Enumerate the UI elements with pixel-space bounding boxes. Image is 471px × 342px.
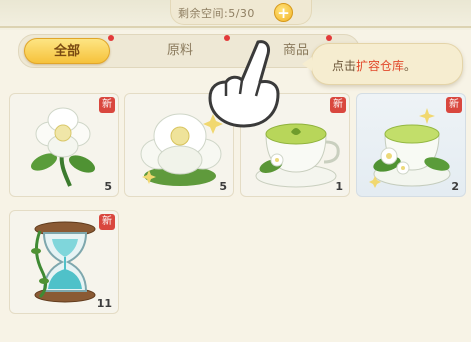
item-count: 5 bbox=[104, 180, 112, 193]
item-slot-white-camellia[interactable]: 新 5 bbox=[9, 93, 119, 197]
tab-goods-notification-dot bbox=[326, 35, 332, 41]
plus-icon: + bbox=[277, 4, 290, 22]
storage-space-label: 剩余空间:5/30 bbox=[178, 7, 255, 20]
tab-all[interactable]: 全部 bbox=[24, 38, 110, 64]
tooltip-text: 点击扩容仓库。 bbox=[332, 59, 417, 73]
item-count: 2 bbox=[451, 180, 459, 193]
item-slot-hourglass[interactable]: 新 11 bbox=[9, 210, 119, 314]
item-count: 11 bbox=[96, 297, 112, 310]
new-badge: 新 bbox=[99, 97, 115, 113]
new-badge: 新 bbox=[99, 214, 115, 230]
new-badge: 新 bbox=[446, 97, 462, 113]
new-badge: 新 bbox=[330, 97, 346, 113]
item-count: 1 bbox=[335, 180, 343, 193]
item-slot-jasmine-tea[interactable]: 新 2 bbox=[356, 93, 466, 197]
expand-storage-tooltip: 点击扩容仓库。 bbox=[302, 43, 463, 85]
tab-all-notification-dot bbox=[108, 35, 114, 41]
item-count: 5 bbox=[219, 180, 227, 193]
expand-storage-button[interactable]: + bbox=[274, 3, 293, 22]
tutorial-pointer-hand-icon bbox=[208, 40, 280, 128]
